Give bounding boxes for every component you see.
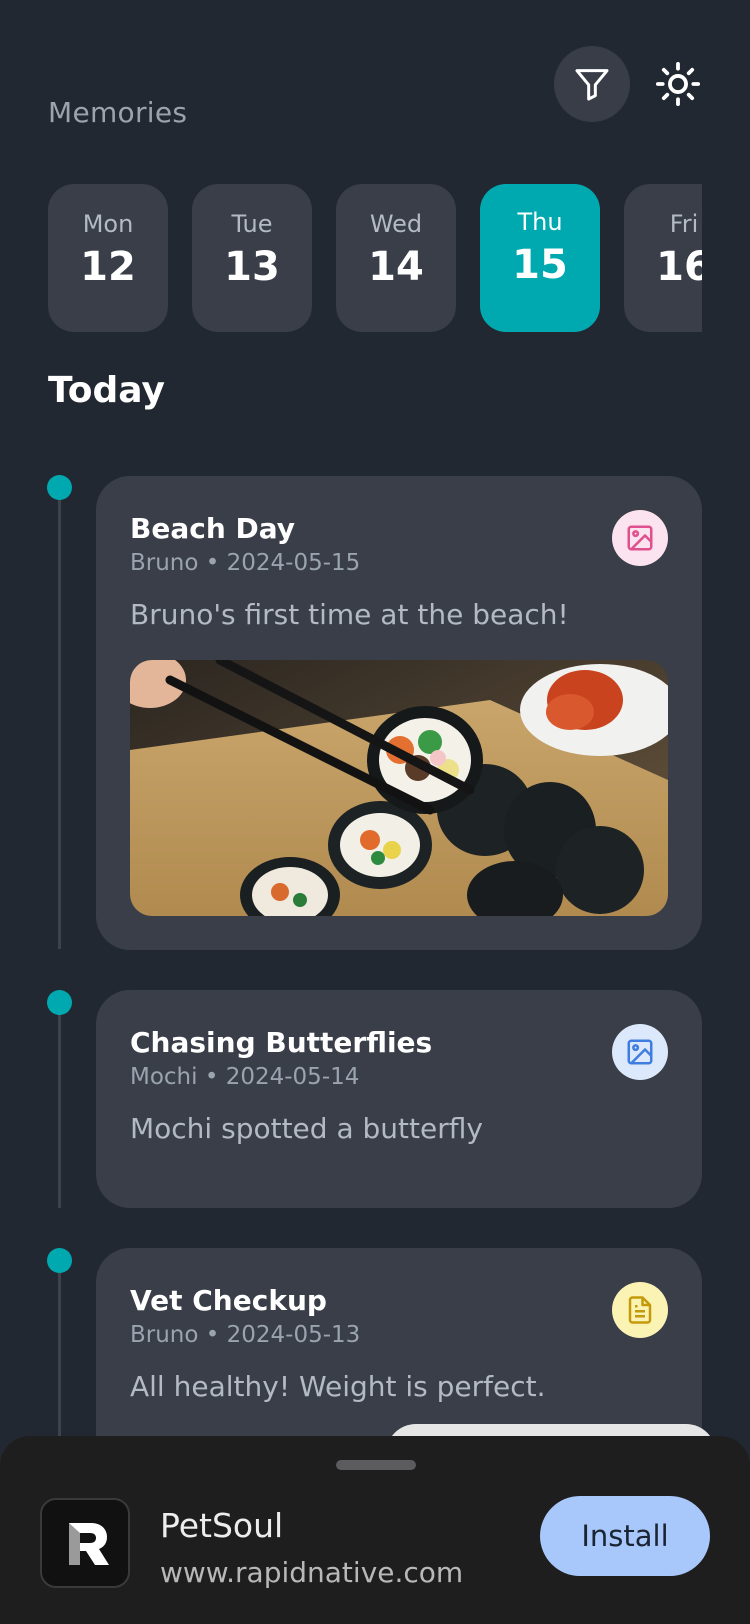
memory-type-badge — [612, 1282, 668, 1338]
image-icon — [627, 1039, 653, 1065]
day-name: Wed — [369, 210, 423, 238]
kimbap-photo — [130, 660, 668, 916]
day-number: 16 — [656, 244, 702, 290]
timeline-dot — [47, 990, 72, 1015]
day-name: Mon — [82, 210, 134, 238]
timeline-line — [58, 1002, 61, 1208]
page-title: Memories — [48, 96, 188, 129]
day-name: Thu — [517, 208, 563, 236]
day-card-wed[interactable]: Wed 14 — [336, 184, 456, 332]
memory-description: All healthy! Weight is perfect. — [130, 1370, 546, 1403]
app-logo-icon — [40, 1498, 130, 1588]
day-card-mon[interactable]: Mon 12 — [48, 184, 168, 332]
day-number: 12 — [80, 244, 136, 290]
install-button[interactable]: Install — [540, 1496, 710, 1576]
theme-toggle-button[interactable] — [650, 56, 706, 112]
sun-icon — [655, 61, 701, 107]
memory-card[interactable]: Chasing Butterflies Mochi • 2024-05-14 M… — [96, 990, 702, 1208]
day-number: 15 — [512, 242, 568, 288]
timeline-dot — [47, 1248, 72, 1273]
memory-title: Vet Checkup — [130, 1284, 327, 1317]
memory-type-badge — [612, 510, 668, 566]
memory-description: Bruno's first time at the beach! — [130, 598, 569, 631]
app-url: www.rapidnative.com — [160, 1556, 464, 1589]
day-name: Fri — [669, 210, 699, 238]
memory-photo[interactable] — [130, 660, 668, 916]
timeline-line — [58, 487, 61, 949]
memory-meta: Bruno • 2024-05-13 — [130, 1322, 361, 1348]
image-icon — [627, 525, 653, 551]
memory-title: Beach Day — [130, 512, 296, 545]
memory-card[interactable]: Beach Day Bruno • 2024-05-15 Bruno's fir… — [96, 476, 702, 950]
day-selector: Mon 12 Tue 13 Wed 14 Thu 15 Fri 16 — [48, 184, 702, 332]
day-name: Tue — [231, 210, 273, 238]
memory-type-badge — [612, 1024, 668, 1080]
section-title: Today — [48, 370, 165, 411]
filter-button[interactable] — [554, 46, 630, 122]
memory-description: Mochi spotted a butterfly — [130, 1112, 483, 1145]
app-name: PetSoul — [160, 1506, 284, 1545]
day-card-thu-selected[interactable]: Thu 15 — [480, 184, 600, 332]
day-number: 13 — [224, 244, 280, 290]
memory-meta: Mochi • 2024-05-14 — [130, 1064, 360, 1090]
memory-title: Chasing Butterflies — [130, 1026, 433, 1059]
memory-meta: Bruno • 2024-05-15 — [130, 550, 361, 576]
document-icon — [628, 1296, 652, 1324]
timeline-line — [58, 1260, 61, 1440]
timeline-dot — [47, 475, 72, 500]
day-card-tue[interactable]: Tue 13 — [192, 184, 312, 332]
filter-icon — [575, 69, 609, 101]
sheet-drag-handle[interactable] — [336, 1460, 416, 1470]
install-banner: PetSoul www.rapidnative.com Install — [0, 1436, 750, 1624]
day-number: 14 — [368, 244, 424, 290]
day-card-fri[interactable]: Fri 16 — [624, 184, 702, 332]
